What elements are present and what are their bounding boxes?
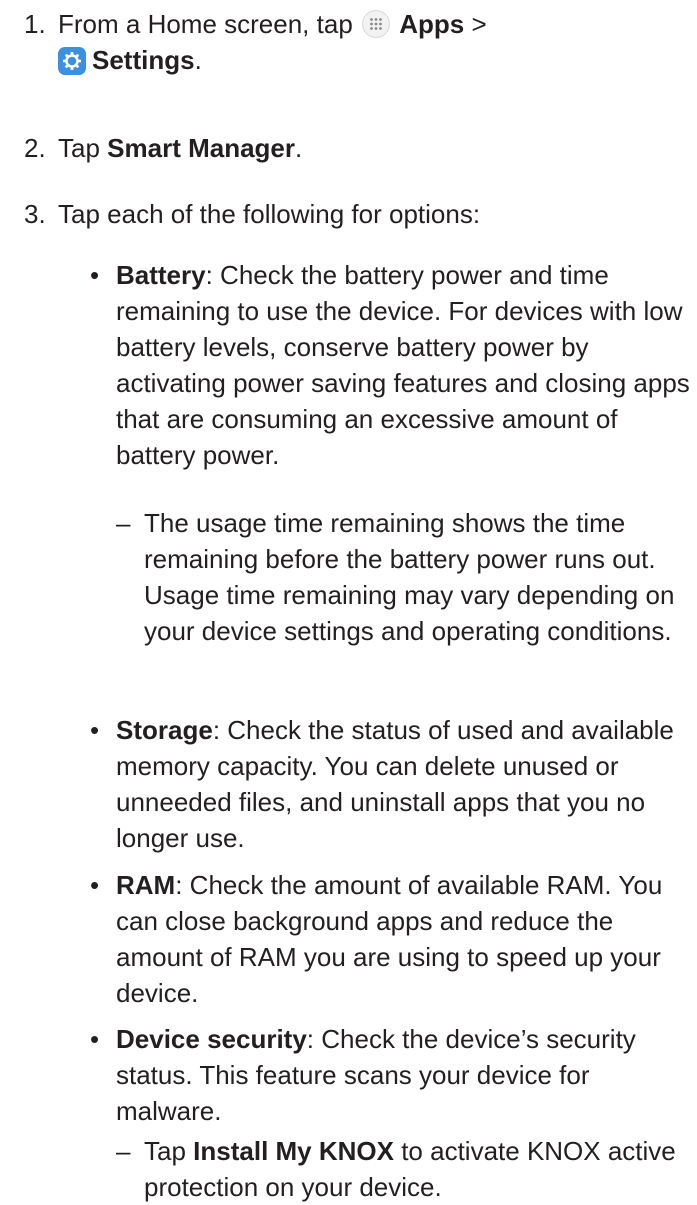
smart-manager-label: Smart Manager <box>107 133 295 163</box>
option-title: RAM <box>116 870 176 900</box>
settings-gear-icon <box>58 47 86 75</box>
device-security-note: – Tap Install My KNOX to activate KNOX a… <box>116 1133 691 1205</box>
install-my-knox-label: Install My KNOX <box>193 1136 394 1166</box>
step-text: Tap each of the following for options: <box>58 199 481 229</box>
settings-label: Settings <box>92 45 195 75</box>
dash-mark: – <box>116 508 131 538</box>
step-text: Tap Smart Manager. <box>58 133 303 163</box>
step-3: 3. Tap each of the following for options… <box>24 196 689 232</box>
option-text: RAM: Check the amount of available RAM. … <box>116 870 663 1008</box>
option-battery: • Battery: Check the battery power and t… <box>90 257 690 473</box>
option-title: Battery <box>116 260 206 290</box>
option-device-security: • Device security: Check the device’s se… <box>90 1021 690 1129</box>
option-storage: • Storage: Check the status of used and … <box>90 712 690 856</box>
apps-label: Apps <box>399 9 465 39</box>
apps-grid-icon <box>362 10 390 38</box>
option-text: Battery: Check the battery power and tim… <box>116 260 690 470</box>
battery-note: – The usage time remaining shows the tim… <box>116 505 691 649</box>
option-title: Device security <box>116 1024 307 1054</box>
option-ram: • RAM: Check the amount of available RAM… <box>90 867 690 1011</box>
step-number: 2. <box>24 133 46 163</box>
option-title: Storage <box>116 715 213 745</box>
bullet-mark: • <box>90 1024 100 1054</box>
step-1: 1. From a Home screen, tap Apps > Settin… <box>24 6 689 78</box>
step-text: From a Home screen, tap Apps > Settings. <box>58 9 487 75</box>
bullet-mark: • <box>90 715 100 745</box>
option-text: Device security: Check the device’s secu… <box>116 1024 636 1126</box>
bullet-mark: • <box>90 260 100 290</box>
dash-mark: – <box>116 1136 131 1166</box>
step-2: 2. Tap Smart Manager. <box>24 130 689 166</box>
step-number: 3. <box>24 199 46 229</box>
note-text: Tap Install My KNOX to activate KNOX act… <box>144 1136 676 1202</box>
note-text: The usage time remaining shows the time … <box>144 508 675 646</box>
bullet-mark: • <box>90 870 100 900</box>
option-text: Storage: Check the status of used and av… <box>116 715 674 853</box>
step-number: 1. <box>24 9 46 39</box>
